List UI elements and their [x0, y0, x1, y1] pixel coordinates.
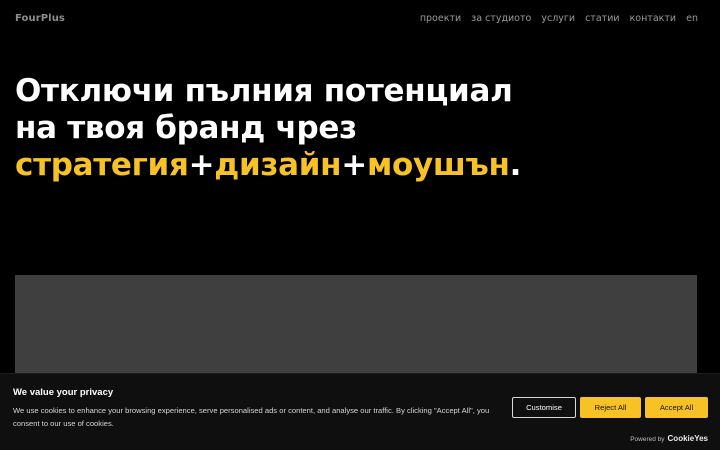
nav-item-contacts[interactable]: контакти	[630, 13, 677, 24]
site-logo[interactable]: FourPlus	[15, 13, 65, 24]
language-switch[interactable]: en	[686, 13, 698, 24]
main-nav: проекти за студиото услуги статии контак…	[420, 13, 698, 24]
customise-button[interactable]: Customise	[512, 397, 576, 418]
hero-word-strategy: стратегия	[15, 147, 189, 183]
hero-plus-2: +	[341, 147, 367, 183]
cookie-title: We value your privacy	[13, 387, 114, 398]
hero-plus-1: +	[188, 147, 215, 183]
cookie-banner: We value your privacy We use cookies to …	[0, 373, 720, 450]
reject-all-button[interactable]: Reject All	[580, 397, 641, 418]
hero-period: .	[509, 147, 522, 183]
hero-word-motion: моушън	[366, 147, 510, 183]
hero-word-design: дизайн	[214, 147, 342, 183]
powered-by-label: Powered by	[630, 436, 665, 443]
nav-item-about-studio[interactable]: за студиото	[471, 13, 531, 24]
hero-heading: Отключи пълния потенциал на твоя бранд ч…	[15, 73, 521, 184]
hero-line-1: Отключи пълния потенциал	[15, 73, 513, 109]
cookieyes-logo: CookieYes	[667, 434, 708, 443]
nav-item-services[interactable]: услуги	[541, 13, 575, 24]
hero-line-2: на твоя бранд чрез	[15, 110, 357, 146]
nav-item-projects[interactable]: проекти	[420, 13, 461, 24]
cookie-description: We use cookies to enhance your browsing …	[13, 406, 490, 428]
hero-line-3: стратегия+дизайн+моушън.	[15, 147, 521, 184]
powered-by[interactable]: Powered by CookieYes	[630, 434, 708, 443]
nav-item-articles[interactable]: статии	[585, 13, 619, 24]
page: FourPlus проекти за студиото услуги стат…	[0, 0, 720, 450]
accept-all-button[interactable]: Accept All	[645, 397, 708, 418]
